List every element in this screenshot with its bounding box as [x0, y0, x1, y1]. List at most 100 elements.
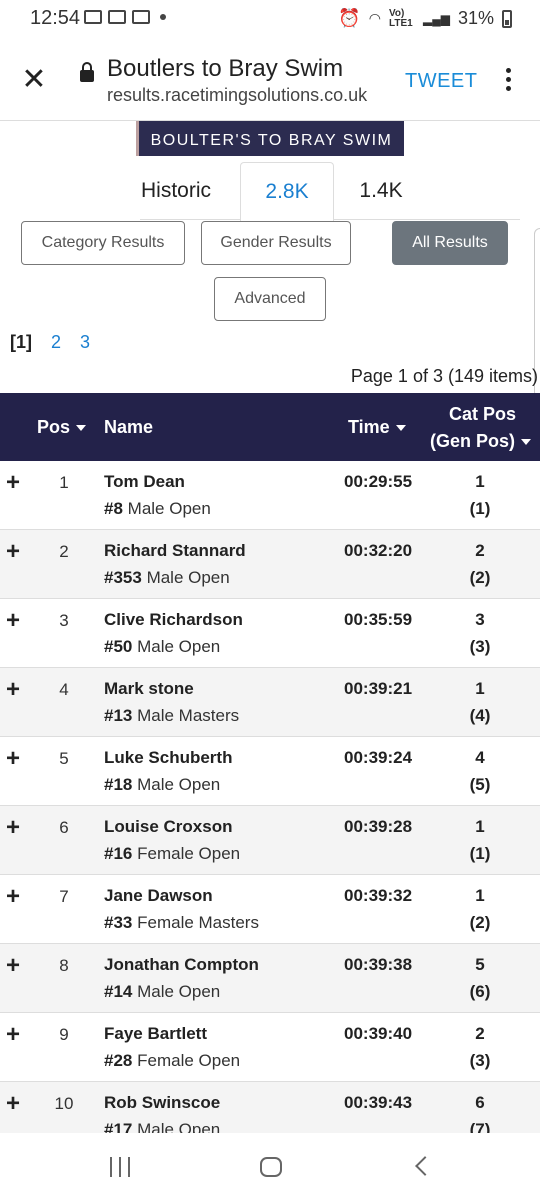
page-link-3[interactable]: 3 — [80, 332, 90, 352]
table-row[interactable]: +7 Jane Dawson #33 Female Masters 00:39:32 1… — [0, 875, 540, 944]
finish-time: 00:29:55 — [344, 472, 413, 491]
finish-time: 00:39:43 — [344, 1093, 413, 1112]
expand-plus-icon[interactable]: + — [6, 540, 20, 564]
athlete-category: Male Masters — [137, 706, 240, 725]
athlete-details: #18 Male Open — [104, 775, 220, 795]
expand-plus-icon[interactable]: + — [6, 1092, 20, 1116]
pagination: [1] 2 3 — [10, 332, 104, 353]
home-icon[interactable] — [260, 1157, 282, 1177]
table-row[interactable]: +4 Mark stone #13 Male Masters 00:39:21 1 (4) — [0, 668, 540, 737]
tweet-button[interactable]: TWEET — [405, 70, 478, 93]
athlete-name: Luke Schuberth — [104, 748, 233, 767]
page-info: Page 1 of 3 (149 items) — [350, 366, 538, 386]
gender-position: (1) — [469, 499, 491, 518]
page-url[interactable]: results.racetimingsolutions.co.uk — [107, 85, 367, 106]
table-row[interactable]: +3 Clive Richardson #50 Male Open 00:35:59 3… — [0, 599, 540, 668]
gender-position: (5) — [469, 775, 491, 794]
pos-column-header[interactable]: Pos — [37, 417, 87, 438]
table-row[interactable]: +10 Rob Swinscoe #17 Male Open 00:39:43 6 (7) — [0, 1082, 540, 1133]
more-options-icon[interactable] — [498, 68, 518, 92]
sort-caret-icon — [76, 425, 87, 432]
athlete-category: Male Open — [137, 982, 221, 1001]
category-position: 1 — [475, 679, 485, 698]
expand-plus-icon[interactable]: + — [6, 471, 20, 495]
status-bar: 12:54 ⏰ ◠ Vo) LTE1 ▂▄▆ 31% — [0, 0, 540, 40]
battery-label: 31% — [457, 8, 494, 28]
bib-number: #17 — [104, 1120, 133, 1133]
expand-plus-icon[interactable]: + — [6, 885, 20, 909]
gender-position: (6) — [469, 982, 491, 1001]
finish-time: 00:39:32 — [344, 886, 413, 905]
gender-position: (2) — [469, 913, 491, 932]
row-position: 10 — [54, 1094, 74, 1113]
athlete-name: Clive Richardson — [104, 610, 243, 629]
wifi-icon: ◠ — [368, 10, 381, 26]
more-notifications-icon — [160, 14, 166, 20]
sort-caret-icon — [395, 425, 406, 432]
finish-time: 00:35:59 — [344, 610, 413, 629]
sort-caret-icon — [521, 439, 532, 446]
table-row[interactable]: +9 Faye Bartlett #28 Female Open 00:39:40 2 (… — [0, 1013, 540, 1082]
system-nav-bar — [0, 1133, 540, 1200]
tab-2-8k[interactable]: 2.8K — [240, 162, 334, 222]
expand-plus-icon[interactable]: + — [6, 609, 20, 633]
close-icon[interactable]: ✕ — [20, 65, 48, 95]
voicemail-icon — [84, 10, 102, 24]
expand-plus-icon[interactable]: + — [6, 816, 20, 840]
table-row[interactable]: +1 Tom Dean #8 Male Open 00:29:55 1 (1) — [0, 461, 540, 530]
row-position: 7 — [59, 887, 69, 906]
row-position: 4 — [59, 680, 69, 699]
name-column-header: Name — [104, 417, 154, 437]
row-position: 8 — [59, 956, 69, 975]
bib-number: #16 — [104, 844, 133, 863]
time-column-header[interactable]: Time — [348, 417, 406, 438]
system-icons: ⏰ ◠ Vo) LTE1 ▂▄▆ 31% — [338, 8, 512, 29]
notification-icons — [84, 10, 166, 24]
tab-historic[interactable]: Historic — [120, 162, 232, 220]
expand-plus-icon[interactable]: + — [6, 954, 20, 978]
row-position: 3 — [59, 611, 69, 630]
gender-position: (3) — [469, 1051, 491, 1070]
athlete-details: #28 Female Open — [104, 1051, 240, 1071]
athlete-details: #17 Male Open — [104, 1120, 220, 1133]
gen-pos-column-header[interactable]: (Gen Pos) — [430, 431, 532, 452]
table-row[interactable]: +8 Jonathan Compton #14 Male Open 00:39:38 5… — [0, 944, 540, 1013]
gender-results-button[interactable]: Gender Results — [201, 221, 351, 265]
category-results-button[interactable]: Category Results — [21, 221, 185, 265]
table-row[interactable]: +5 Luke Schuberth #18 Male Open 00:39:24 4 (5… — [0, 737, 540, 806]
category-position: 6 — [475, 1093, 485, 1112]
athlete-category: Male Open — [137, 637, 221, 656]
category-position: 1 — [475, 886, 485, 905]
athlete-details: #14 Male Open — [104, 982, 220, 1002]
athlete-name: Jonathan Compton — [104, 955, 259, 974]
tab-1-4k[interactable]: 1.4K — [338, 162, 424, 220]
key-icon — [132, 10, 150, 24]
recents-icon[interactable] — [110, 1157, 132, 1177]
page-current: [1] — [10, 332, 32, 352]
bib-number: #14 — [104, 982, 133, 1001]
athlete-name: Tom Dean — [104, 472, 185, 491]
gender-position: (2) — [469, 568, 491, 587]
athlete-name: Rob Swinscoe — [104, 1093, 221, 1112]
bib-number: #33 — [104, 913, 133, 932]
category-position: 1 — [475, 472, 485, 491]
table-row[interactable]: +2 Richard Stannard #353 Male Open 00:32:20… — [0, 530, 540, 599]
athlete-category: Female Masters — [137, 913, 259, 932]
finish-time: 00:39:28 — [344, 817, 413, 836]
row-position: 2 — [59, 542, 69, 561]
table-row[interactable]: +6 Louise Croxson #16 Female Open 00:39:28 1… — [0, 806, 540, 875]
cat-pos-column-header: Cat Pos — [449, 404, 517, 424]
gender-position: (7) — [469, 1120, 491, 1133]
back-icon[interactable] — [415, 1156, 435, 1176]
all-results-button[interactable]: All Results — [392, 221, 508, 265]
expand-plus-icon[interactable]: + — [6, 747, 20, 771]
results-table-body: +1 Tom Dean #8 Male Open 00:29:55 1 (1) +2 Rich… — [0, 461, 540, 1133]
browser-toolbar: ✕ Boutlers to Bray Swim results.racetimi… — [0, 40, 540, 121]
bib-number: #13 — [104, 706, 133, 725]
advanced-button[interactable]: Advanced — [214, 277, 326, 321]
athlete-category: Male Open — [137, 775, 221, 794]
expand-plus-icon[interactable]: + — [6, 678, 20, 702]
page-link-2[interactable]: 2 — [51, 332, 61, 352]
finish-time: 00:39:24 — [344, 748, 413, 767]
expand-plus-icon[interactable]: + — [6, 1023, 20, 1047]
